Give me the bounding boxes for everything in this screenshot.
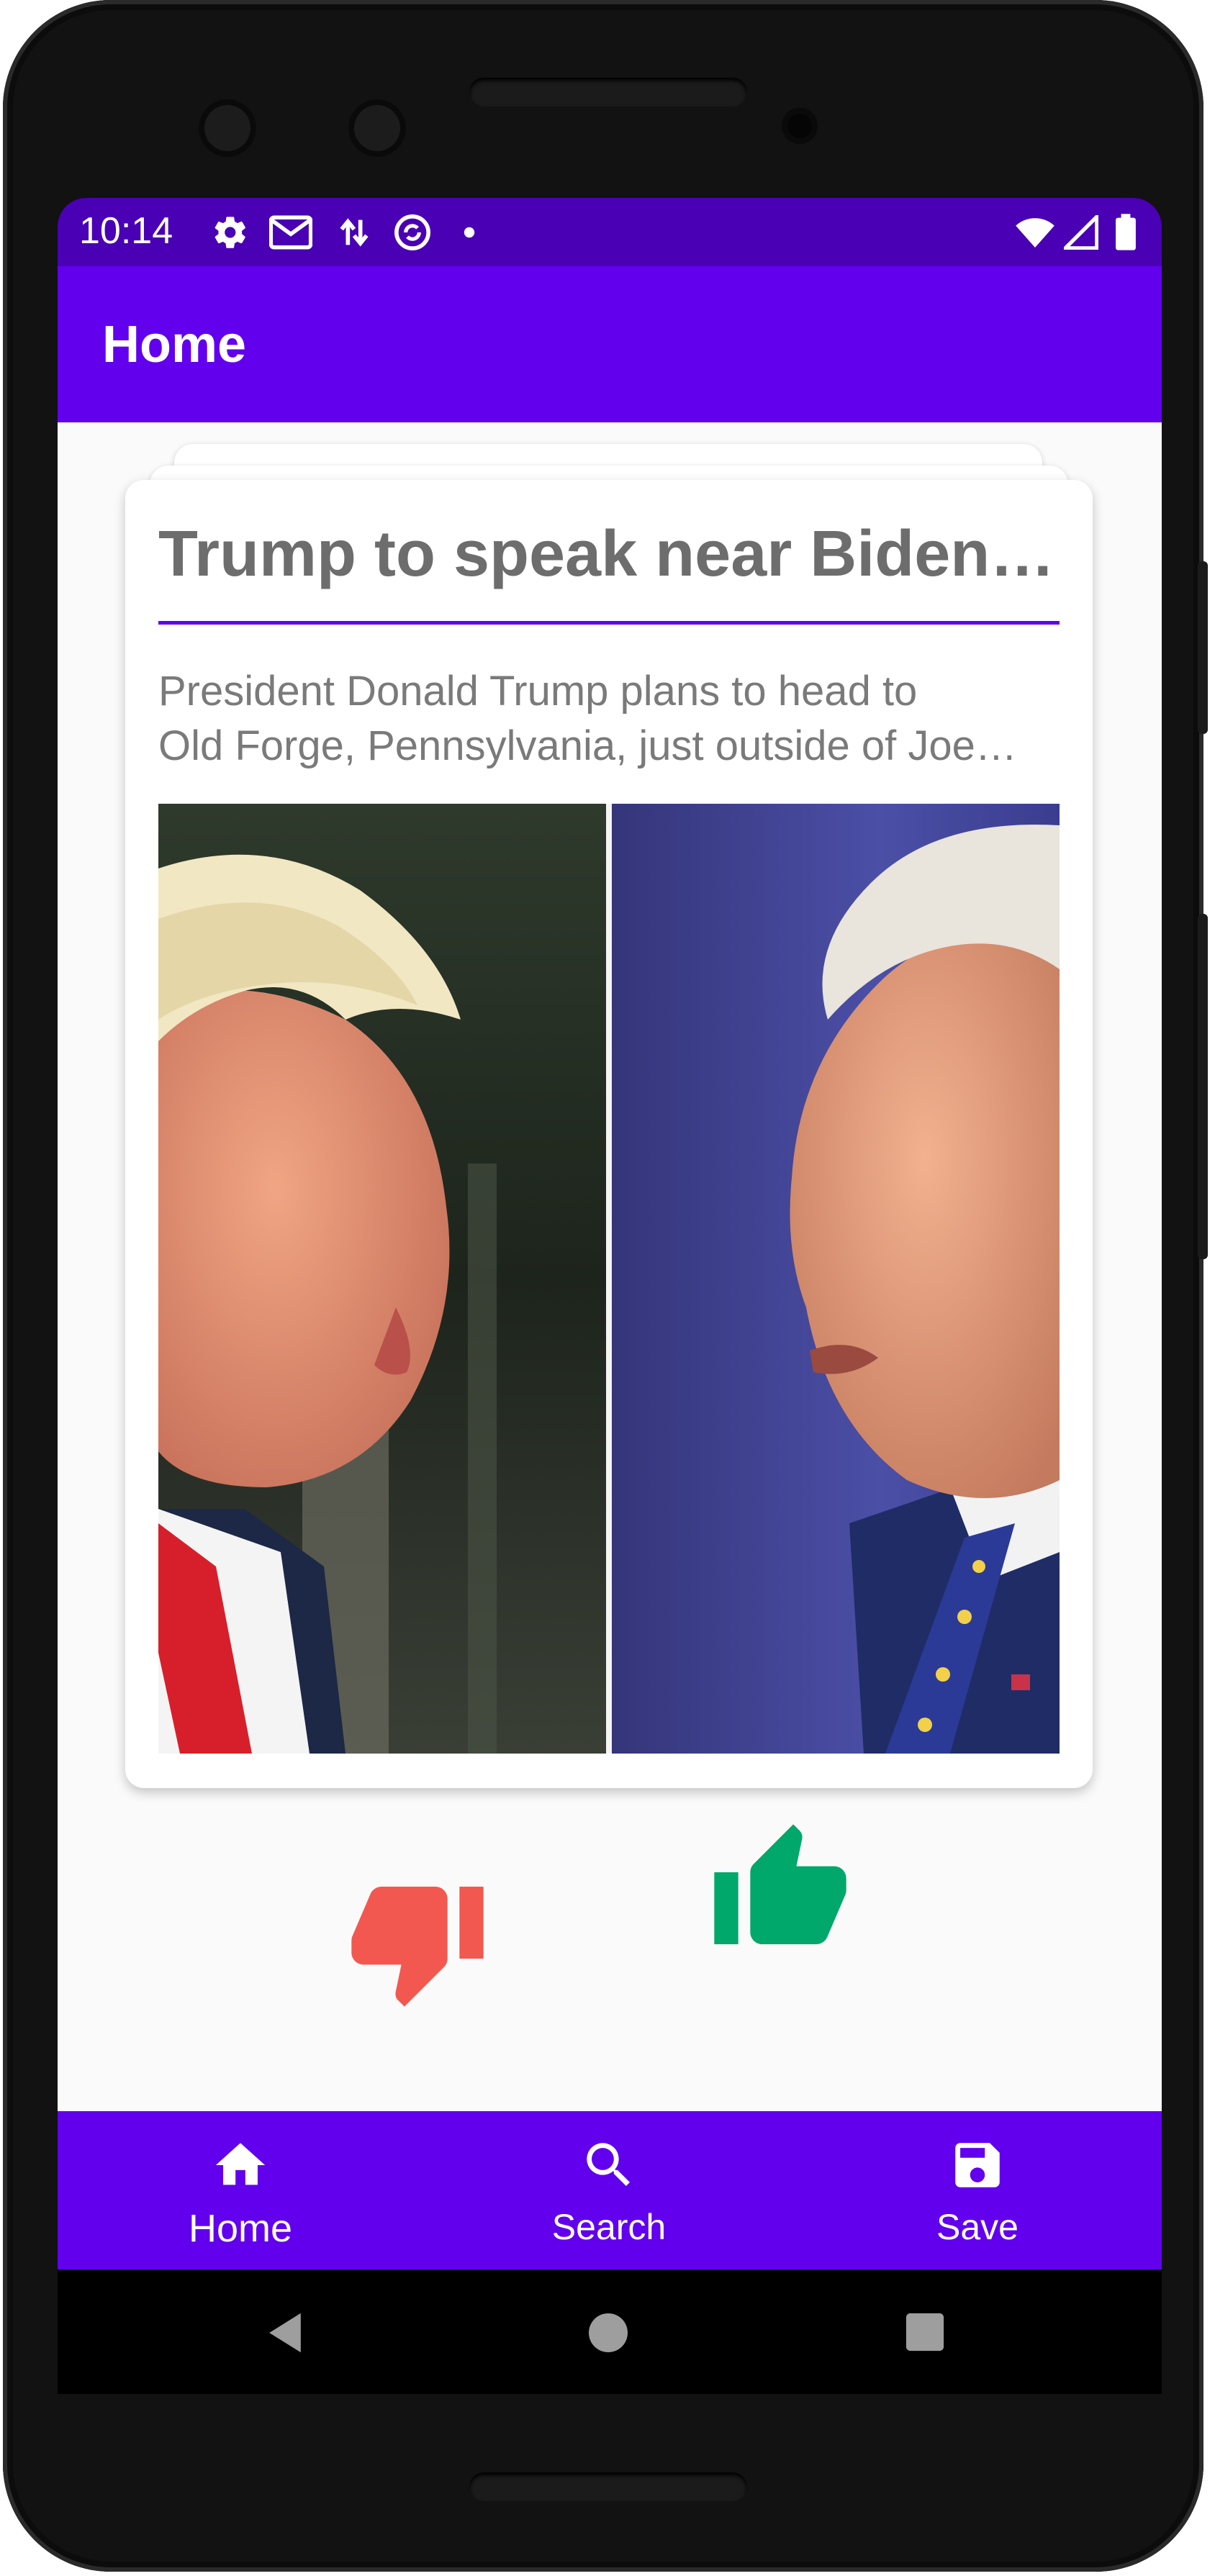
article-title: Trump to speak near Biden'… (158, 518, 1058, 590)
screen: 10:14 Home Trump to speak near Biden'… P… (58, 198, 1162, 2394)
gear-icon (210, 212, 250, 253)
system-navigation-bar (58, 2269, 1162, 2394)
nav-label-search: Search (551, 2207, 667, 2247)
signal-icon (1061, 212, 1101, 253)
title-divider (158, 621, 1060, 625)
camera-sensor (348, 99, 406, 157)
power-button (1198, 561, 1208, 734)
data-arrows-icon (334, 212, 374, 253)
home-icon (215, 2143, 266, 2185)
recents-icon[interactable] (904, 2311, 946, 2353)
page-title: Home (102, 316, 247, 373)
earpiece-speaker (469, 78, 747, 106)
article-description-line: President Donald Trump plans to head to (158, 668, 918, 715)
nav-label-save: Save (936, 2207, 1018, 2247)
search-icon (587, 2143, 631, 2187)
gmail-icon (268, 212, 314, 253)
phone-frame: 10:14 Home Trump to speak near Biden'… P… (3, 0, 1208, 2572)
article-description-line: Old Forge, Pennsylvania, just outside of… (158, 722, 1017, 769)
article-card[interactable]: Trump to speak near Biden'… President Do… (125, 480, 1093, 1788)
bottom-speaker (469, 2472, 747, 2501)
volume-button (1198, 914, 1208, 1259)
app-bar: Home (58, 266, 1162, 422)
bottom-navigation: Home Search Save (58, 2111, 1162, 2269)
nav-item-home[interactable]: Home (147, 2111, 334, 2269)
back-icon[interactable] (265, 2311, 305, 2354)
battery-icon (1110, 212, 1142, 253)
thumbs-up-icon (714, 1824, 846, 1944)
camera-sensor (199, 99, 256, 157)
thumbs-down-icon (351, 1887, 484, 2007)
save-icon (955, 2143, 1000, 2187)
status-time: 10:14 (79, 210, 173, 252)
article-image (158, 804, 1060, 1754)
nav-item-save[interactable]: Save (884, 2111, 1071, 2269)
sync-circle-icon (390, 212, 435, 253)
status-bar: 10:14 (58, 198, 1162, 266)
dot-icon (461, 212, 478, 253)
wifi-icon (1013, 212, 1057, 253)
like-button[interactable] (708, 1818, 852, 1962)
dislike-button[interactable] (345, 1869, 489, 2013)
nav-item-search[interactable]: Search (515, 2111, 703, 2269)
article-description: President Donald Trump plans to head to … (158, 664, 1060, 774)
main-content: Trump to speak near Biden'… President Do… (58, 422, 1162, 2111)
nav-label-home: Home (188, 2207, 293, 2250)
home-circle-icon[interactable] (587, 2311, 630, 2354)
front-camera (782, 108, 818, 144)
